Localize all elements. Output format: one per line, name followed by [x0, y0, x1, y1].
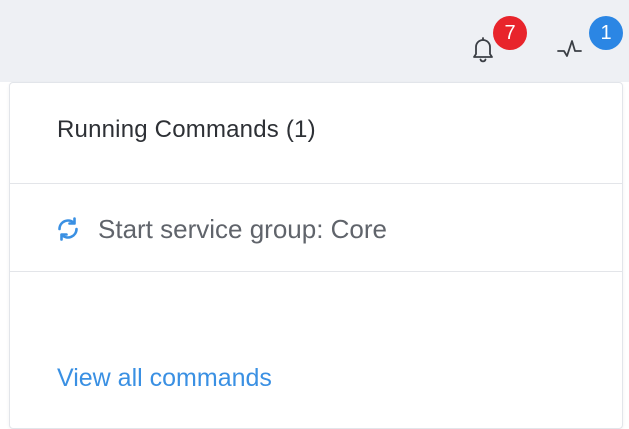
command-item[interactable]: Start service group: Core: [54, 211, 387, 247]
activity-pulse-icon[interactable]: [555, 34, 585, 64]
operations-count-badge[interactable]: 1: [589, 16, 623, 50]
panel-title: Running Commands (1): [57, 116, 316, 143]
refresh-spinner-icon: [54, 215, 82, 243]
command-label: Start service group: Core: [98, 213, 388, 244]
notification-count-badge[interactable]: 7: [493, 16, 527, 50]
running-commands-dropdown: Running Commands (1) Start service group…: [9, 82, 623, 429]
view-all-commands-link[interactable]: View all commands: [57, 364, 272, 393]
divider: [10, 183, 622, 184]
divider: [10, 271, 622, 272]
top-navigation-bar: 7 1: [0, 0, 629, 82]
